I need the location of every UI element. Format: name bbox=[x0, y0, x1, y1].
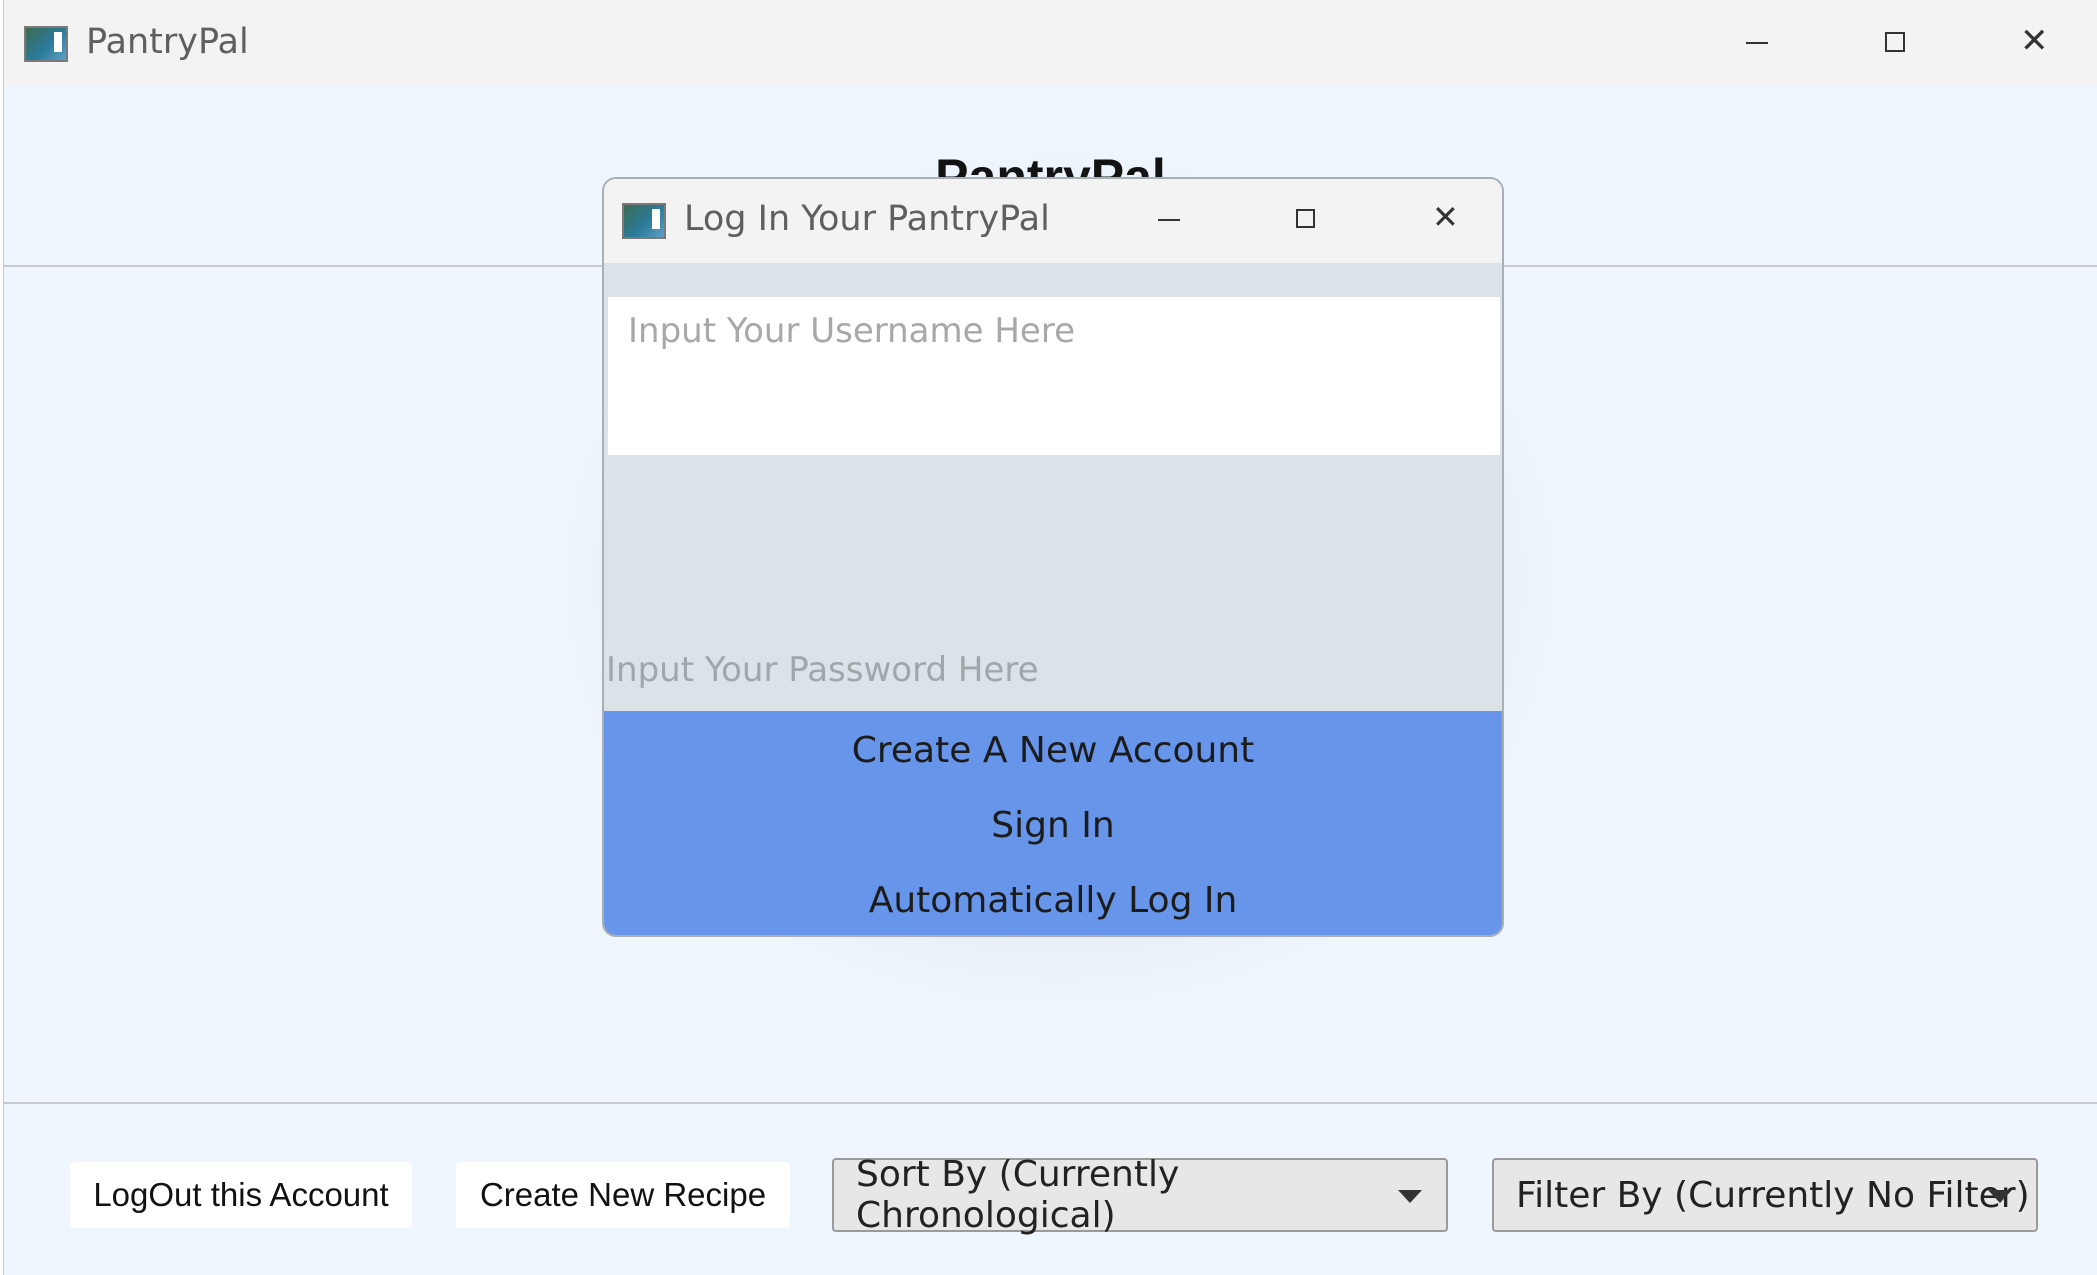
sort-dropdown-label: Sort By (Currently Chronological) bbox=[856, 1154, 1180, 1236]
dialog-close-button[interactable]: ✕ bbox=[1414, 197, 1470, 241]
username-input[interactable] bbox=[608, 297, 1500, 455]
filter-dropdown[interactable]: Filter By (Currently No Filter) bbox=[1492, 1158, 2038, 1232]
maximize-icon bbox=[1885, 32, 1905, 52]
minimize-icon bbox=[1158, 219, 1180, 221]
dialog-spacer bbox=[604, 263, 1502, 297]
dialog-actions: Create A New Account Sign In Automatical… bbox=[604, 711, 1502, 935]
app-icon bbox=[24, 26, 68, 62]
create-recipe-button[interactable]: Create New Recipe bbox=[456, 1162, 790, 1228]
app-icon bbox=[622, 203, 666, 239]
logout-button[interactable]: LogOut this Account bbox=[70, 1162, 412, 1228]
chevron-down-icon bbox=[1398, 1190, 1422, 1203]
minimize-button[interactable] bbox=[1726, 20, 1786, 66]
sort-dropdown[interactable]: Sort By (Currently Chronological) bbox=[832, 1154, 1448, 1236]
minimize-icon bbox=[1746, 42, 1768, 44]
login-dialog: Log In Your PantryPal ✕ Create A New Acc… bbox=[602, 177, 1504, 937]
close-button[interactable]: ✕ bbox=[2000, 20, 2060, 66]
chevron-down-icon bbox=[1988, 1190, 2012, 1203]
dialog-minimize-button[interactable] bbox=[1140, 197, 1196, 241]
filter-dropdown-label: Filter By (Currently No Filter) bbox=[1516, 1174, 2030, 1216]
close-icon: ✕ bbox=[1432, 198, 1459, 236]
dialog-maximize-button[interactable] bbox=[1276, 197, 1332, 241]
close-icon: ✕ bbox=[2020, 21, 2049, 61]
footer-divider bbox=[3, 1102, 2097, 1104]
dialog-title: Log In Your PantryPal bbox=[684, 199, 1050, 239]
sign-in-button[interactable]: Sign In bbox=[604, 788, 1502, 862]
dialog-titlebar[interactable]: Log In Your PantryPal ✕ bbox=[604, 179, 1502, 263]
window-title: PantryPal bbox=[86, 22, 249, 62]
maximize-icon bbox=[1296, 209, 1315, 228]
maximize-button[interactable] bbox=[1864, 20, 1924, 66]
create-account-button[interactable]: Create A New Account bbox=[604, 713, 1502, 787]
auto-login-button[interactable]: Automatically Log In bbox=[604, 863, 1502, 935]
main-titlebar[interactable]: PantryPal ✕ bbox=[4, 0, 2097, 86]
